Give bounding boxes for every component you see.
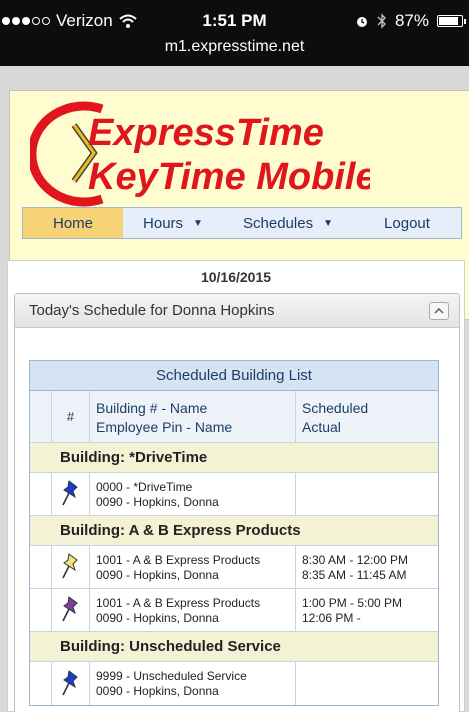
- nav-home[interactable]: Home: [23, 208, 123, 238]
- panel-title: Today's Schedule for Donna Hopkins: [29, 302, 275, 319]
- nav-schedules-label: Schedules: [243, 214, 314, 232]
- nav-hours-label: Hours: [143, 214, 184, 232]
- schedule-date: 10/16/2015: [200, 269, 272, 285]
- address-bar[interactable]: m1.expresstime.net: [0, 38, 469, 56]
- group-row: Building: *DriveTime: [30, 443, 438, 473]
- nav-logout[interactable]: Logout: [353, 208, 461, 238]
- actual-time: 8:35 AM - 11:45 AM: [302, 568, 407, 582]
- pushpin-icon: [61, 480, 78, 506]
- schedule-panel: Today's Schedule for Donna Hopkins Sched…: [14, 293, 460, 712]
- panel-header[interactable]: Today's Schedule for Donna Hopkins: [15, 294, 459, 328]
- pushpin-icon: [61, 669, 78, 695]
- employee-name: 0090 - Hopkins, Donna: [96, 611, 219, 625]
- table-row[interactable]: 1001 - A & B Express Products 0090 - Hop…: [30, 546, 438, 589]
- bluetooth-icon: [377, 13, 386, 29]
- carrier-name: Verizon: [56, 11, 113, 30]
- signal-strength-icon: [2, 17, 50, 25]
- collapse-button[interactable]: [429, 301, 449, 320]
- nav-logout-label: Logout: [384, 214, 430, 232]
- building-name: 1001 - A & B Express Products: [96, 596, 261, 610]
- status-bar: Verizon 1:51 PM 87% m1.expresstime.net: [0, 0, 469, 66]
- logo-line1: ExpressTime: [88, 112, 324, 154]
- table-row[interactable]: 9999 - Unscheduled Service 0090 - Hopkin…: [30, 662, 438, 705]
- main-nav: Home Hours ▼ Schedules ▼ Logout: [22, 207, 462, 239]
- pushpin-icon: [61, 596, 78, 622]
- chevron-up-icon: [434, 307, 444, 313]
- nav-schedules[interactable]: Schedules ▼: [223, 208, 353, 238]
- actual-time: 12:06 PM -: [302, 611, 361, 625]
- signal-carrier: Verizon: [2, 11, 137, 31]
- page: ExpressTime KeyTime Mobile Home Hours ▼ …: [0, 66, 469, 712]
- table-header-row: # Building # - Name Employee Pin - Name …: [30, 391, 438, 443]
- col-schedule-header: Scheduled Actual: [296, 391, 438, 442]
- scheduled-time: 1:00 PM - 5:00 PM: [302, 596, 403, 610]
- expresstime-logo: ExpressTime KeyTime Mobile: [30, 99, 370, 209]
- building-name: 9999 - Unscheduled Service: [96, 669, 247, 683]
- building-name: 0000 - *DriveTime: [96, 480, 193, 494]
- scheduled-time: 8:30 AM - 12:00 PM: [302, 553, 409, 567]
- col-schedule-header-line1: Scheduled: [302, 400, 369, 416]
- logo-line2: KeyTime Mobile: [88, 156, 370, 198]
- caret-down-icon: ▼: [323, 217, 333, 229]
- col-number-header: #: [52, 391, 90, 442]
- nav-home-label: Home: [52, 214, 93, 232]
- main-content: 10/16/2015 Today's Schedule for Donna Ho…: [7, 260, 465, 712]
- pushpin-icon: [61, 553, 78, 579]
- group-row: Building: Unscheduled Service: [30, 632, 438, 662]
- caret-down-icon: ▼: [193, 217, 203, 229]
- employee-name: 0090 - Hopkins, Donna: [96, 568, 219, 582]
- alarm-icon: [356, 17, 367, 27]
- group-row: Building: A & B Express Products: [30, 516, 438, 546]
- col-schedule-header-line2: Actual: [302, 419, 341, 435]
- col-building-header-line2: Employee Pin - Name: [96, 419, 233, 435]
- nav-hours[interactable]: Hours ▼: [123, 208, 223, 238]
- employee-name: 0090 - Hopkins, Donna: [96, 684, 219, 698]
- col-building-header: Building # - Name Employee Pin - Name: [90, 391, 296, 442]
- battery-percent: 87%: [394, 11, 429, 30]
- employee-name: 0090 - Hopkins, Donna: [96, 495, 219, 509]
- table-row[interactable]: 0000 - *DriveTime 0090 - Hopkins, Donna: [30, 473, 438, 516]
- building-list-table: Scheduled Building List # Building # - N…: [29, 360, 439, 706]
- col-building-header-line1: Building # - Name: [96, 400, 208, 416]
- table-row[interactable]: 1001 - A & B Express Products 0090 - Hop…: [30, 589, 438, 632]
- building-name: 1001 - A & B Express Products: [96, 553, 261, 567]
- wifi-icon: [119, 14, 137, 28]
- table-caption: Scheduled Building List: [30, 361, 438, 391]
- battery-icon: [437, 15, 466, 27]
